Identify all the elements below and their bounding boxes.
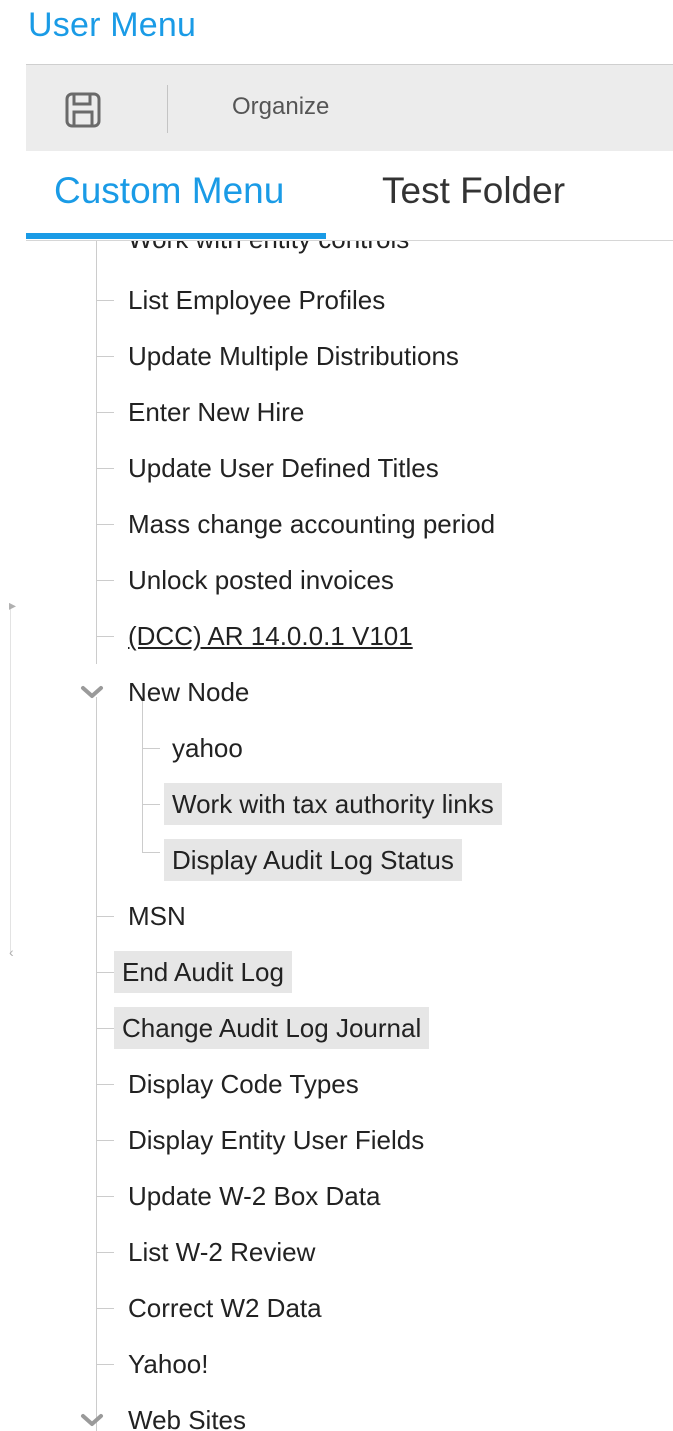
tree-connector <box>96 972 114 973</box>
tree-connector <box>96 412 114 413</box>
tree-connector <box>96 300 114 301</box>
menu-item-end-audit-log[interactable]: End Audit Log <box>114 951 292 993</box>
toolbar: Organize <box>26 64 673 151</box>
menu-item-change-audit-log-journal[interactable]: Change Audit Log Journal <box>114 1007 430 1049</box>
tree-connector <box>96 524 114 525</box>
tree-guide-line <box>96 697 97 1431</box>
tab-test-folder[interactable]: Test Folder <box>382 170 565 212</box>
menu-item-dcc-ar-link[interactable]: (DCC) AR 14.0.0.1 V101 <box>120 615 421 657</box>
chevron-down-icon[interactable] <box>80 683 104 701</box>
menu-node-new-node[interactable]: New Node <box>120 671 257 713</box>
tab-bar: Custom Menu Test Folder <box>26 152 673 241</box>
tree-connector <box>96 636 114 637</box>
menu-item-yahoo[interactable]: yahoo <box>164 727 251 769</box>
tree-connector <box>96 468 114 469</box>
menu-item-enter-new-hire[interactable]: Enter New Hire <box>120 391 312 433</box>
tree-connector <box>96 1364 114 1365</box>
active-tab-indicator <box>26 233 326 239</box>
tree-connector <box>142 748 160 749</box>
tree-connector <box>96 1308 114 1309</box>
menu-item-msn[interactable]: MSN <box>120 895 194 937</box>
tree-connector <box>96 1140 114 1141</box>
tree-connector <box>96 580 114 581</box>
tree-connector <box>96 916 114 917</box>
page-title: User Menu <box>28 6 197 44</box>
menu-item-update-multiple-distributions[interactable]: Update Multiple Distributions <box>120 335 467 377</box>
menu-item-yahoo-exclaim[interactable]: Yahoo! <box>120 1343 216 1385</box>
save-icon <box>65 92 101 128</box>
tree-connector <box>96 1084 114 1085</box>
menu-item-display-audit-log-status[interactable]: Display Audit Log Status <box>164 839 462 881</box>
chevron-down-icon[interactable] <box>80 1411 104 1429</box>
menu-item-list-employee-profiles[interactable]: List Employee Profiles <box>120 279 393 321</box>
save-button[interactable] <box>64 91 102 129</box>
tree-guide-line <box>142 701 143 853</box>
tree-guide-line <box>96 241 97 664</box>
menu-item-display-code-types[interactable]: Display Code Types <box>120 1063 367 1105</box>
menu-item-unlock-posted-invoices[interactable]: Unlock posted invoices <box>120 559 402 601</box>
tree-connector <box>96 1196 114 1197</box>
tree-connector <box>96 1252 114 1253</box>
tree-connector <box>142 852 160 853</box>
tab-custom-menu[interactable]: Custom Menu <box>54 170 284 212</box>
menu-item-correct-w2-data[interactable]: Correct W2 Data <box>120 1287 330 1329</box>
tree-connector <box>96 1028 114 1029</box>
menu-item-work-with-tax-authority-links[interactable]: Work with tax authority links <box>164 783 502 825</box>
menu-node-web-sites[interactable]: Web Sites <box>120 1399 254 1431</box>
toolbar-divider <box>167 85 168 133</box>
organize-button[interactable]: Organize <box>232 93 329 121</box>
user-menu-page: User Menu Organize Custom Menu Test Fold… <box>0 0 673 1431</box>
tree-connector <box>96 356 114 357</box>
menu-item-update-w2-box-data[interactable]: Update W-2 Box Data <box>120 1175 388 1217</box>
menu-tree: Work with entity controls List Employee … <box>0 241 673 1431</box>
tree-connector <box>142 804 160 805</box>
menu-item-list-w2-review[interactable]: List W-2 Review <box>120 1231 323 1273</box>
menu-item-display-entity-user-fields[interactable]: Display Entity User Fields <box>120 1119 432 1161</box>
menu-item-work-with-entity-controls[interactable]: Work with entity controls <box>120 241 417 260</box>
menu-item-update-user-defined-titles[interactable]: Update User Defined Titles <box>120 447 447 489</box>
menu-item-mass-change-accounting-period[interactable]: Mass change accounting period <box>120 503 503 545</box>
